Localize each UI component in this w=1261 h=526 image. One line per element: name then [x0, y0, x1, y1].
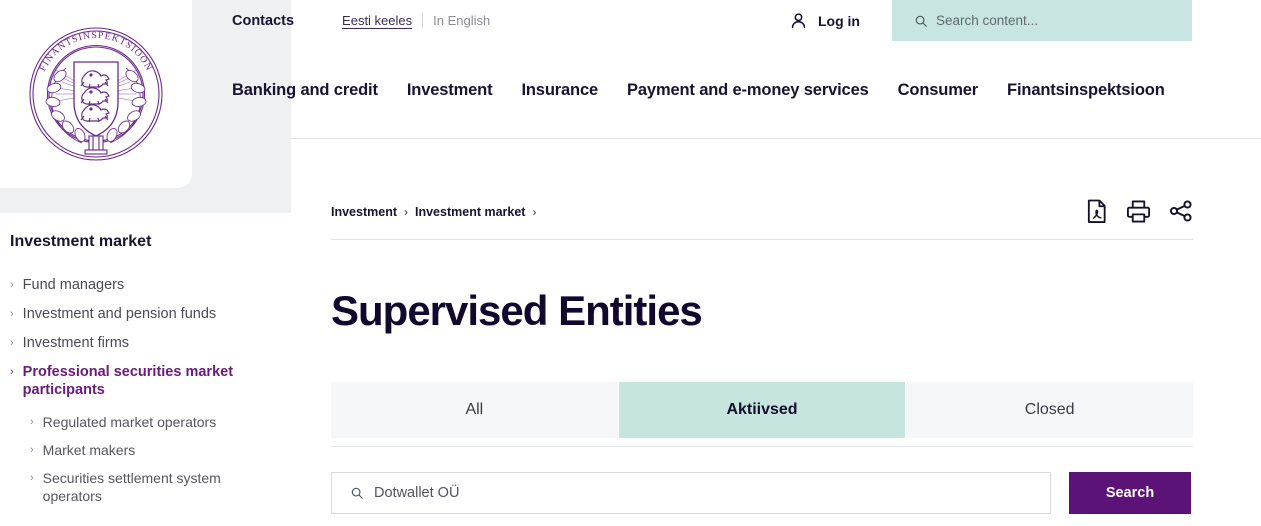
contacts-link[interactable]: Contacts: [232, 13, 294, 29]
page-root: FINANTSINSPEKTSIOON Contacts Eesti keele…: [0, 0, 1261, 526]
breadcrumb-row: Investment › Investment market ›: [331, 139, 1193, 239]
nav-item-insurance[interactable]: Insurance: [521, 81, 598, 100]
pdf-download-icon[interactable]: [1085, 199, 1108, 224]
tab-closed[interactable]: Closed: [905, 382, 1194, 438]
sidebar-subitem-securities-settlement-system-operators[interactable]: › Securities settlement system operators: [30, 464, 269, 510]
chevron-right-icon: ›: [10, 336, 14, 349]
sidebar-item-investment-firms[interactable]: › Investment firms: [10, 328, 269, 357]
chevron-right-icon: ›: [10, 278, 14, 291]
page-title: Supervised Entities: [331, 287, 703, 334]
nav-item-payment-and-e-money-services[interactable]: Payment and e-money services: [627, 81, 869, 100]
chevron-right-icon: ›: [30, 472, 34, 484]
sidebar-list: › Fund managers › Investment and pension…: [10, 270, 269, 404]
entity-search-row: Dotwallet OÜ Search: [331, 472, 1193, 514]
action-icons: [1085, 199, 1193, 226]
breadcrumb-item-investment-market[interactable]: Investment market: [415, 205, 525, 219]
breadcrumb-separator: ›: [532, 205, 537, 219]
header-search-input[interactable]: Search content...: [892, 0, 1192, 41]
sidebar-item-professional-securities-market-participants[interactable]: › Professional securities market partici…: [10, 357, 269, 404]
content-divider-tabs: [331, 446, 1193, 447]
entity-search-input[interactable]: Dotwallet OÜ: [331, 472, 1051, 514]
sidebar: Investment market › Fund managers › Inve…: [0, 213, 291, 526]
nav-item-consumer[interactable]: Consumer: [898, 81, 979, 100]
estonian-coat-of-arms-seal-icon: FINANTSINSPEKTSIOON: [29, 27, 163, 161]
content-divider-top: [331, 239, 1193, 240]
nav-item-banking-and-credit[interactable]: Banking and credit: [232, 81, 378, 100]
sidebar-item-label: Investment firms: [22, 334, 130, 351]
chevron-right-icon: ›: [10, 307, 14, 320]
nav-item-finantsinspektsioon[interactable]: Finantsinspektsioon: [1007, 81, 1165, 100]
sidebar-item-investment-and-pension-funds[interactable]: › Investment and pension funds: [10, 299, 269, 328]
nav-item-investment[interactable]: Investment: [407, 81, 493, 100]
entity-status-tabs: All Aktiivsed Closed: [331, 382, 1194, 438]
language-switcher: Eesti keeles In English: [332, 13, 500, 28]
header-search-placeholder: Search content...: [936, 13, 1039, 28]
main-navigation: Banking and credit Investment Insurance …: [192, 41, 1261, 139]
sidebar-subitem-label: Market makers: [42, 442, 136, 458]
print-icon[interactable]: [1126, 199, 1151, 224]
sidebar-item-label: Professional securities market participa…: [22, 363, 234, 398]
tab-aktiivsed[interactable]: Aktiivsed: [617, 382, 906, 438]
sidebar-sublist: › Regulated market operators › Market ma…: [30, 408, 269, 510]
sidebar-item-fund-managers[interactable]: › Fund managers: [10, 270, 269, 299]
sidebar-subitem-regulated-market-operators[interactable]: › Regulated market operators: [30, 408, 269, 436]
sidebar-item-label: Fund managers: [22, 276, 125, 293]
search-icon: [915, 15, 927, 27]
entity-search-value: Dotwallet OÜ: [374, 485, 460, 501]
language-english-link[interactable]: In English: [423, 13, 500, 28]
main-content: Investment › Investment market › Supervi…: [331, 139, 1194, 514]
sidebar-title: Investment market: [10, 233, 152, 250]
site-logo[interactable]: FINANTSINSPEKTSIOON: [0, 0, 192, 188]
search-icon: [351, 487, 363, 499]
login-label: Log in: [818, 12, 860, 29]
share-icon[interactable]: [1169, 199, 1193, 223]
chevron-right-icon: ›: [30, 444, 34, 456]
breadcrumb: Investment › Investment market ›: [331, 205, 536, 219]
breadcrumb-item-investment[interactable]: Investment: [331, 205, 397, 219]
tab-all[interactable]: All: [331, 382, 618, 438]
breadcrumb-separator: ›: [404, 205, 408, 219]
login-button[interactable]: Log in: [789, 0, 860, 41]
chevron-right-icon: ›: [10, 365, 14, 378]
user-icon: [791, 13, 806, 28]
sidebar-subitem-label: Regulated market operators: [42, 414, 217, 430]
language-estonian-link[interactable]: Eesti keeles: [332, 13, 422, 28]
utility-bar: Contacts Eesti keeles In English Log in …: [192, 0, 1261, 41]
sidebar-item-label: Investment and pension funds: [22, 305, 217, 322]
sidebar-subitem-label: Securities settlement system operators: [42, 470, 221, 504]
search-button[interactable]: Search: [1069, 472, 1191, 514]
chevron-right-icon: ›: [30, 416, 34, 428]
sidebar-subitem-market-makers[interactable]: › Market makers: [30, 436, 269, 464]
